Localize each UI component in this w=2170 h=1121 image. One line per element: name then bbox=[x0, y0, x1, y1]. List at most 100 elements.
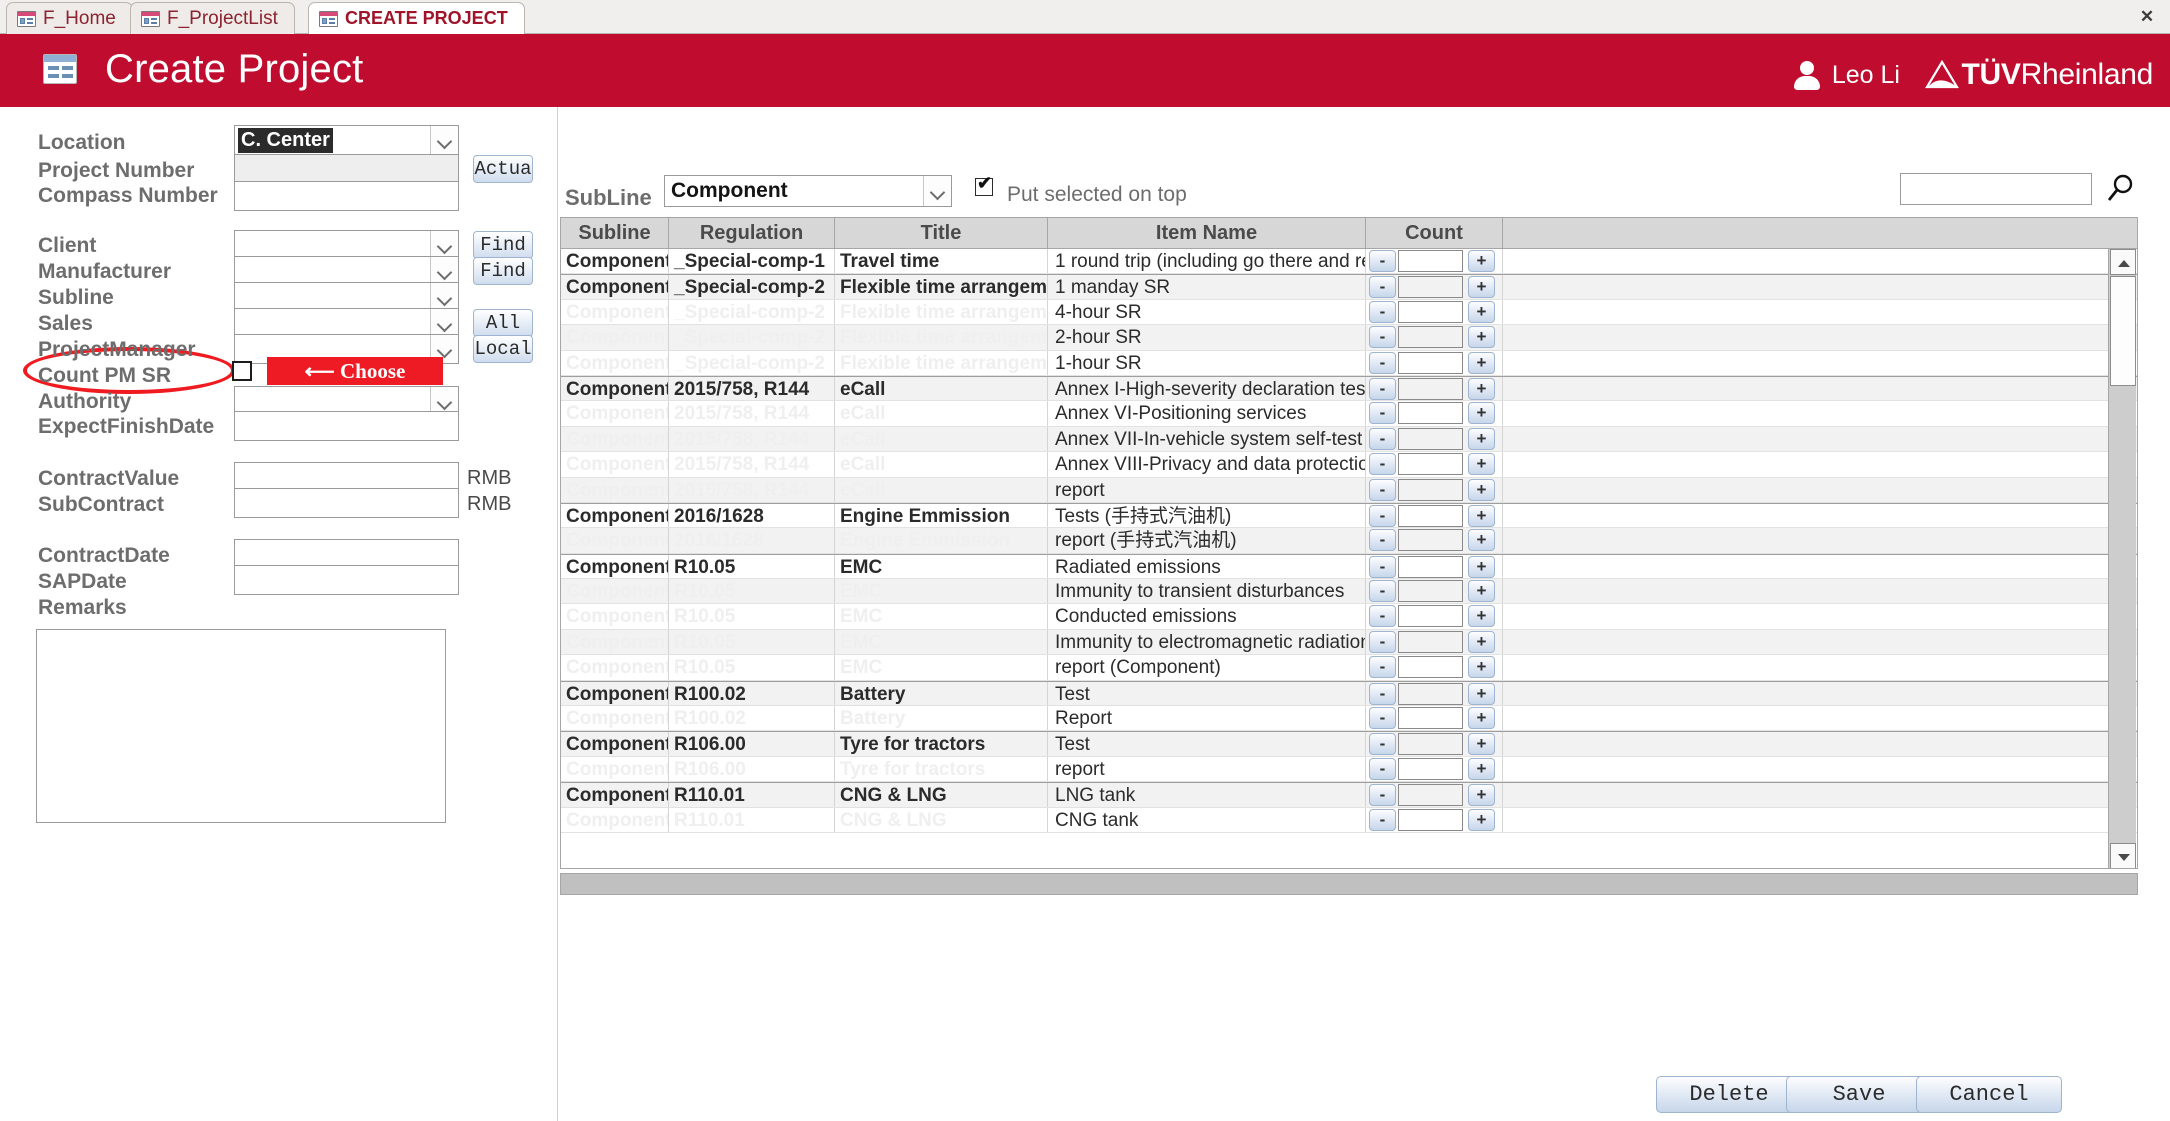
table-row[interactable]: Component 2015/758, R144 eCall report - + bbox=[561, 477, 2137, 503]
cell-item-name[interactable]: report (手持式汽油机) bbox=[1048, 528, 1366, 553]
count-increment-button[interactable]: + bbox=[1468, 529, 1495, 552]
delete-button[interactable]: Delete bbox=[1656, 1076, 1802, 1113]
choose-button[interactable]: ⟵ Choose bbox=[267, 357, 443, 385]
count-input[interactable] bbox=[1398, 402, 1463, 425]
count-decrement-button[interactable]: - bbox=[1369, 250, 1396, 272]
table-row[interactable]: Component 2015/758, R144 eCall Annex VII-In… bbox=[561, 426, 2137, 453]
chevron-down-icon[interactable] bbox=[923, 176, 951, 206]
subline-filter-combo[interactable]: Component bbox=[664, 175, 952, 207]
count-decrement-button[interactable]: - bbox=[1369, 351, 1396, 374]
count-increment-button[interactable]: + bbox=[1468, 402, 1495, 425]
table-row[interactable]: Component R10.05 EMC Radiated emissions - + bbox=[561, 553, 2137, 580]
count-increment-button[interactable]: + bbox=[1468, 580, 1495, 603]
expect-finish-date-input[interactable] bbox=[234, 411, 459, 441]
count-decrement-button[interactable]: - bbox=[1369, 402, 1396, 425]
count-decrement-button[interactable]: - bbox=[1369, 326, 1396, 349]
count-decrement-button[interactable]: - bbox=[1369, 377, 1396, 400]
scroll-up-icon[interactable] bbox=[2110, 249, 2136, 275]
column-header-item-name[interactable]: Item Name bbox=[1048, 218, 1366, 248]
count-input[interactable] bbox=[1398, 580, 1463, 603]
sap-date-input[interactable] bbox=[234, 565, 459, 595]
location-combo[interactable]: C. Center bbox=[234, 125, 459, 155]
scroll-down-icon[interactable] bbox=[2110, 843, 2136, 868]
put-selected-on-top-checkbox[interactable] bbox=[975, 173, 993, 196]
remarks-textarea[interactable] bbox=[36, 629, 446, 823]
search-input[interactable] bbox=[1900, 173, 2092, 205]
table-row[interactable]: Component R106.00 Tyre for tractors report -… bbox=[561, 756, 2137, 783]
count-decrement-button[interactable]: - bbox=[1369, 733, 1396, 756]
count-input[interactable] bbox=[1398, 707, 1463, 730]
count-input[interactable] bbox=[1398, 630, 1463, 653]
count-input[interactable] bbox=[1398, 529, 1463, 552]
count-decrement-button[interactable]: - bbox=[1369, 276, 1396, 299]
count-input[interactable] bbox=[1398, 733, 1463, 756]
count-input[interactable] bbox=[1398, 784, 1463, 807]
count-increment-button[interactable]: + bbox=[1468, 682, 1495, 705]
count-input[interactable] bbox=[1398, 377, 1463, 400]
chevron-down-icon[interactable] bbox=[430, 231, 458, 259]
count-increment-button[interactable]: + bbox=[1468, 808, 1495, 831]
count-input[interactable] bbox=[1398, 300, 1463, 323]
count-decrement-button[interactable]: - bbox=[1369, 605, 1396, 628]
count-input[interactable] bbox=[1398, 478, 1463, 501]
count-decrement-button[interactable]: - bbox=[1369, 630, 1396, 653]
count-decrement-button[interactable]: - bbox=[1369, 453, 1396, 476]
count-increment-button[interactable]: + bbox=[1468, 707, 1495, 730]
count-increment-button[interactable]: + bbox=[1468, 630, 1495, 653]
count-increment-button[interactable]: + bbox=[1468, 733, 1495, 756]
count-increment-button[interactable]: + bbox=[1468, 250, 1495, 272]
table-row[interactable]: Component R100.02 Battery Test - + bbox=[561, 680, 2137, 707]
count-decrement-button[interactable]: - bbox=[1369, 300, 1396, 323]
grid-horizontal-scrollbar[interactable] bbox=[560, 873, 2138, 895]
table-row[interactable]: Component 2016/1628 Engine Emmission Tests … bbox=[561, 502, 2137, 529]
count-decrement-button[interactable]: - bbox=[1369, 656, 1396, 679]
table-row[interactable]: Component _Special-comp-2 Flexible time ar… bbox=[561, 299, 2137, 326]
table-row[interactable]: Component R10.05 EMC Immunity to electromag… bbox=[561, 629, 2137, 656]
cell-item-name[interactable]: report bbox=[1048, 477, 1366, 502]
table-row[interactable]: Component R10.05 EMC Immunity to transient … bbox=[561, 579, 2137, 605]
column-header-regulation[interactable]: Regulation bbox=[669, 218, 835, 248]
tab-create-project[interactable]: CREATE PROJECT bbox=[308, 2, 525, 34]
count-input[interactable] bbox=[1398, 656, 1463, 679]
chevron-down-icon[interactable] bbox=[430, 257, 458, 285]
count-decrement-button[interactable]: - bbox=[1369, 682, 1396, 705]
count-increment-button[interactable]: + bbox=[1468, 351, 1495, 374]
count-pm-sr-checkbox[interactable] bbox=[232, 361, 252, 381]
tab-f-home[interactable]: F_Home bbox=[6, 2, 133, 34]
count-input[interactable] bbox=[1398, 453, 1463, 476]
count-input[interactable] bbox=[1398, 808, 1463, 831]
count-increment-button[interactable]: + bbox=[1468, 656, 1495, 679]
save-button[interactable]: Save bbox=[1786, 1076, 1932, 1113]
count-input[interactable] bbox=[1398, 757, 1463, 780]
count-decrement-button[interactable]: - bbox=[1369, 757, 1396, 780]
count-increment-button[interactable]: + bbox=[1468, 377, 1495, 400]
count-increment-button[interactable]: + bbox=[1468, 427, 1495, 450]
count-increment-button[interactable]: + bbox=[1468, 300, 1495, 323]
count-input[interactable] bbox=[1398, 504, 1463, 527]
count-input[interactable] bbox=[1398, 605, 1463, 628]
cell-item-name[interactable]: report bbox=[1048, 756, 1366, 782]
count-increment-button[interactable]: + bbox=[1468, 504, 1495, 527]
tab-f-projectlist[interactable]: F_ProjectList bbox=[130, 2, 295, 34]
cell-item-name[interactable]: Report bbox=[1048, 706, 1366, 731]
table-row[interactable]: Component 2015/758, R144 eCall Annex I-High… bbox=[561, 375, 2137, 402]
count-decrement-button[interactable]: - bbox=[1369, 808, 1396, 831]
cell-item-name[interactable]: report (Component) bbox=[1048, 655, 1366, 680]
count-decrement-button[interactable]: - bbox=[1369, 427, 1396, 450]
count-decrement-button[interactable]: - bbox=[1369, 580, 1396, 603]
count-increment-button[interactable]: + bbox=[1468, 555, 1495, 578]
table-row[interactable]: Component _Special-comp-2 Flexible time ar… bbox=[561, 274, 2137, 300]
count-decrement-button[interactable]: - bbox=[1369, 478, 1396, 501]
table-row[interactable]: Component 2016/1628 Engine Emmission report… bbox=[561, 528, 2137, 554]
count-decrement-button[interactable]: - bbox=[1369, 555, 1396, 578]
project-number-input[interactable] bbox=[234, 154, 459, 184]
table-row[interactable]: Component 2015/758, R144 eCall Annex VI-Pos… bbox=[561, 401, 2137, 427]
count-decrement-button[interactable]: - bbox=[1369, 784, 1396, 807]
count-decrement-button[interactable]: - bbox=[1369, 529, 1396, 552]
count-decrement-button[interactable]: - bbox=[1369, 504, 1396, 527]
table-row[interactable]: Component R106.00 Tyre for tractors Test - + bbox=[561, 731, 2137, 757]
count-input[interactable] bbox=[1398, 427, 1463, 450]
count-increment-button[interactable]: + bbox=[1468, 326, 1495, 349]
count-increment-button[interactable]: + bbox=[1468, 605, 1495, 628]
count-increment-button[interactable]: + bbox=[1468, 784, 1495, 807]
